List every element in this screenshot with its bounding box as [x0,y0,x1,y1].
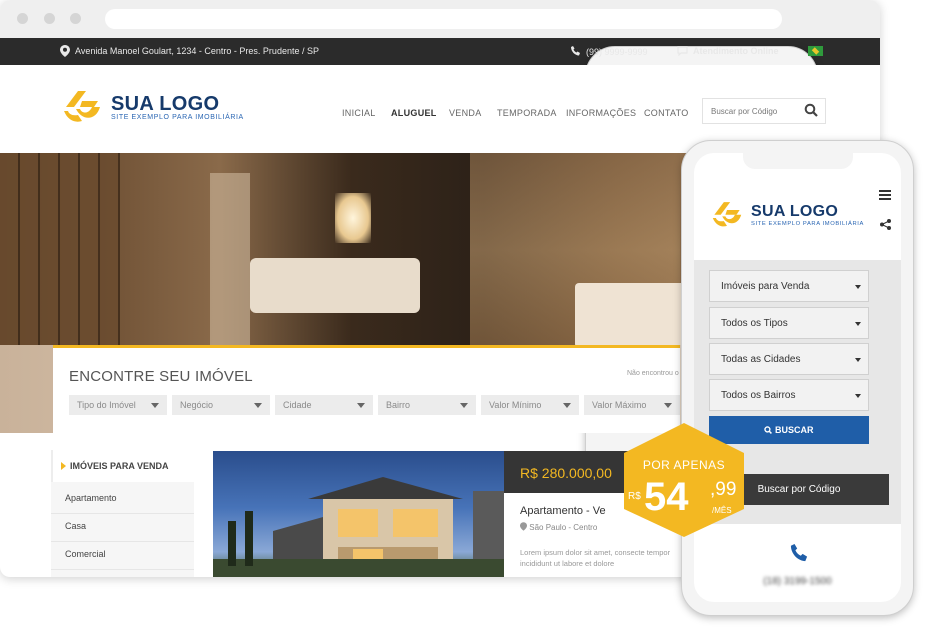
mobile-phone-number[interactable]: (18) 3199-1500 [694,576,901,587]
code-search-input[interactable]: Buscar por Código [702,98,826,124]
filter-business[interactable]: Negócio [172,395,270,415]
badge-period: /MÊS [712,506,732,515]
window-dot-2 [44,13,55,24]
shelf-wall [0,153,120,348]
location-pin-icon [60,45,70,57]
logo-name[interactable]: SUA LOGO [111,93,219,116]
sidebar-item-comercial[interactable]: Comercial [65,549,106,559]
listing-location: São Paulo - Centro [520,522,597,532]
sofa [250,258,420,313]
badge-price-cents: ,99 [710,479,737,500]
nav-temporada[interactable]: TEMPORADA [497,108,557,118]
divider [51,513,194,514]
filter-property-type[interactable]: Tipo do Imóvel [69,395,167,415]
sidebar-heading[interactable]: IMÓVEIS PARA VENDA [51,450,194,482]
nav-venda[interactable]: VENDA [449,108,482,118]
filter-neighborhood[interactable]: Bairro [378,395,476,415]
filter-city[interactable]: Cidade [275,395,373,415]
search-icon[interactable] [804,103,818,117]
mobile-logo-mark-icon[interactable] [711,199,743,229]
listing-photo[interactable] [213,451,504,577]
badge-price-integer: 54 [644,475,689,519]
location-pin-icon [520,522,527,531]
filter-property-type-label: Tipo do Imóvel [77,400,136,410]
badge-currency: R$ [628,491,641,502]
property-search-panel: ENCONTRE SEU IMÓVEL Não encontrou o Tipo… [53,345,680,433]
nav-inicial[interactable]: INICIAL [342,108,376,118]
filter-neighborhood-label: Bairro [386,400,411,410]
listing-title[interactable]: Apartamento - Ve [520,505,606,517]
top-info-bar: Avenida Manoel Goulart, 1234 - Centro - … [0,38,880,522]
nav-aluguel[interactable]: ALUGUEL [391,108,437,118]
category-sidebar: IMÓVEIS PARA VENDA Apartamento Casa Come… [51,450,194,577]
mobile-select-business[interactable]: Imóveis para Venda [709,270,869,302]
listing-location-text: São Paulo - Centro [529,523,598,532]
mobile-select-neighborhood[interactable]: Todos os Bairros [709,379,869,411]
window-dot-3 [70,13,81,24]
filter-max-value[interactable]: Valor Máximo [584,395,680,415]
brazil-flag-icon[interactable] [808,46,823,56]
sidebar-item-apartamento[interactable]: Apartamento [65,493,117,503]
divider [51,569,194,570]
price-badge: POR APENAS R$ 54 ,99 /MÊS [620,421,748,539]
phone-notch [743,153,853,169]
online-support-link[interactable]: Atendimento Online [693,46,779,56]
filter-business-label: Negócio [180,400,214,410]
mobile-select-type-label: Todos os Tipos [721,318,788,329]
nav-informacoes[interactable]: INFORMAÇÕES [566,108,636,118]
share-icon[interactable] [880,219,891,230]
logo-tagline: SITE EXEMPLO PARA IMOBILIÁRIA [111,114,244,121]
window-panel [210,173,250,348]
mobile-select-city[interactable]: Todas as Cidades [709,343,869,375]
phone-mockup: SUA LOGO SITE EXEMPLO PARA IMOBILIÁRIA I… [681,140,914,616]
listing-description: Lorem ipsum dolor sit amet, consecte tem… [520,548,671,568]
chat-icon [677,46,688,56]
mobile-logo-tagline: SITE EXEMPLO PARA IMOBILIÁRIA [751,221,864,227]
url-bar[interactable] [105,9,782,29]
logo-mark-icon[interactable] [62,87,102,125]
mobile-phone-icon[interactable] [790,544,808,562]
mobile-select-business-label: Imóveis para Venda [721,281,810,292]
mobile-select-neighborhood-label: Todos os Bairros [721,390,796,401]
phone-icon [571,46,580,56]
mobile-search-button-label: BUSCAR [775,425,814,435]
code-search-placeholder: Buscar por Código [711,107,778,116]
mobile-select-type[interactable]: Todos os Tipos [709,307,869,339]
house-illustration [213,477,504,577]
window-dot-1 [17,13,28,24]
filter-city-label: Cidade [283,400,312,410]
search-icon [764,426,773,434]
mobile-select-city-label: Todas as Cidades [721,354,801,365]
finder-note[interactable]: Não encontrou o [627,370,679,377]
browser-chrome [0,0,880,38]
divider [51,541,194,542]
table-lamp [335,193,371,243]
filter-min-value-label: Valor Mínimo [489,400,542,410]
badge-label: POR APENAS [642,458,726,472]
address-text: Avenida Manoel Goulart, 1234 - Centro - … [75,46,319,56]
sidebar-item-casa[interactable]: Casa [65,521,86,531]
armchair [575,283,685,348]
filter-min-value[interactable]: Valor Mínimo [481,395,579,415]
nav-contato[interactable]: CONTATO [644,108,689,118]
menu-icon[interactable] [879,190,891,200]
filter-max-value-label: Valor Máximo [592,400,647,410]
mobile-logo-name[interactable]: SUA LOGO [751,203,838,221]
finder-title: ENCONTRE SEU IMÓVEL [69,368,253,385]
